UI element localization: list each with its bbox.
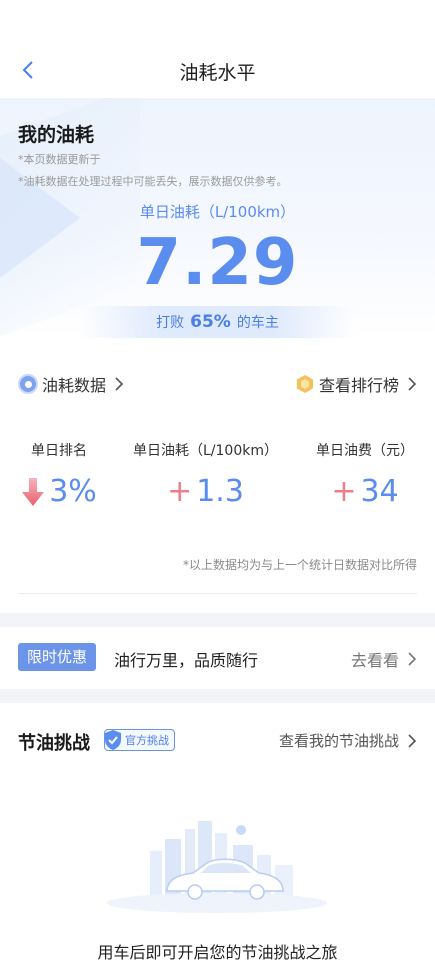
beat-percentage: 65% <box>190 312 231 332</box>
comparison-note: *以上数据均为与上一个统计日数据对比所得 <box>182 558 417 572</box>
beat-prefix: 打败 <box>156 315 185 331</box>
chevron-right-icon <box>408 377 417 391</box>
stat-daily-rank: 单日排名 3% <box>10 440 108 509</box>
promo-tag: 限时优惠 <box>18 643 97 671</box>
top-bar: 油耗水平 <box>0 0 435 98</box>
promo-banner[interactable]: 限时优惠 油行万里，品质随行 去看看 <box>0 627 435 689</box>
ranking-link[interactable]: 查看排行榜 <box>295 372 417 396</box>
action-links-row: 油耗数据 查看排行榜 <box>0 368 435 402</box>
my-challenge-label: 查看我的节油挑战 <box>278 732 399 750</box>
divider <box>18 593 417 594</box>
trophy-badge-icon <box>296 375 313 393</box>
promo-text: 油行万里，品质随行 <box>114 651 259 670</box>
stat-value: 1.3 <box>196 474 244 509</box>
stat-label: 单日油费（元） <box>316 443 414 459</box>
shield-check-icon <box>105 730 121 750</box>
stat-label: 单日排名 <box>31 443 87 459</box>
stat-value: 3% <box>49 474 97 509</box>
beat-ranking-banner: 打败 65% 的车主 <box>80 306 355 338</box>
comparison-stats: 单日排名 3% 单日油耗（L/100km） + 1.3 单日油费（元） + 34 <box>0 440 435 530</box>
ranking-label: 查看排行榜 <box>318 376 399 395</box>
section-gap <box>0 689 435 703</box>
promo-link-label: 去看看 <box>350 651 399 670</box>
chevron-right-icon <box>115 377 124 391</box>
section-gap <box>0 613 435 627</box>
daily-fuel-label: 单日油耗（L/100km） <box>139 203 296 221</box>
disclaimer-note: *油耗数据在处理过程中可能丢失，展示数据仅供参考。 <box>18 175 288 188</box>
plus-icon: + <box>167 474 193 509</box>
stat-daily-fuel-change: 单日油耗（L/100km） + 1.3 <box>128 440 283 509</box>
summary-title: 我的油耗 <box>18 124 95 146</box>
my-challenge-link[interactable]: 查看我的节油挑战 <box>279 730 417 751</box>
stat-label: 单日油耗（L/100km） <box>133 443 278 459</box>
fuel-data-label: 油耗数据 <box>42 376 107 395</box>
fuel-saving-challenge-section: 节油挑战 官方挑战 查看我的节油挑战 用车后即可开启您的节油挑战之旅 <box>0 703 435 960</box>
page-title: 油耗水平 <box>179 62 256 84</box>
car-city-illustration <box>107 821 327 913</box>
beat-suffix: 的车主 <box>236 315 279 331</box>
stat-daily-fuel-cost: 单日油费（元） + 34 <box>310 440 420 509</box>
stat-value-row: + 34 <box>310 474 420 509</box>
chevron-right-icon <box>408 652 417 666</box>
plus-icon: + <box>331 474 357 509</box>
promo-go-link[interactable]: 去看看 <box>351 647 417 671</box>
fuel-data-icon <box>18 374 38 394</box>
fuel-data-link[interactable]: 油耗数据 <box>18 372 124 396</box>
stat-value: 34 <box>360 474 399 509</box>
stat-value-row: 3% <box>10 474 108 509</box>
official-challenge-badge: 官方挑战 <box>104 729 175 751</box>
fuel-summary-card: 我的油耗 *本页数据更新于 *油耗数据在处理过程中可能丢失，展示数据仅供参考。 … <box>0 98 435 338</box>
stat-value-row: + 1.3 <box>128 474 283 509</box>
chevron-right-icon <box>408 733 417 748</box>
empty-state-text: 用车后即可开启您的节油挑战之旅 <box>97 943 338 960</box>
badge-label: 官方挑战 <box>125 734 169 747</box>
daily-fuel-value: 7.29 <box>136 226 299 300</box>
arrow-down-icon <box>22 477 45 506</box>
challenge-title: 节油挑战 <box>18 733 90 754</box>
update-note: *本页数据更新于 <box>18 153 101 166</box>
